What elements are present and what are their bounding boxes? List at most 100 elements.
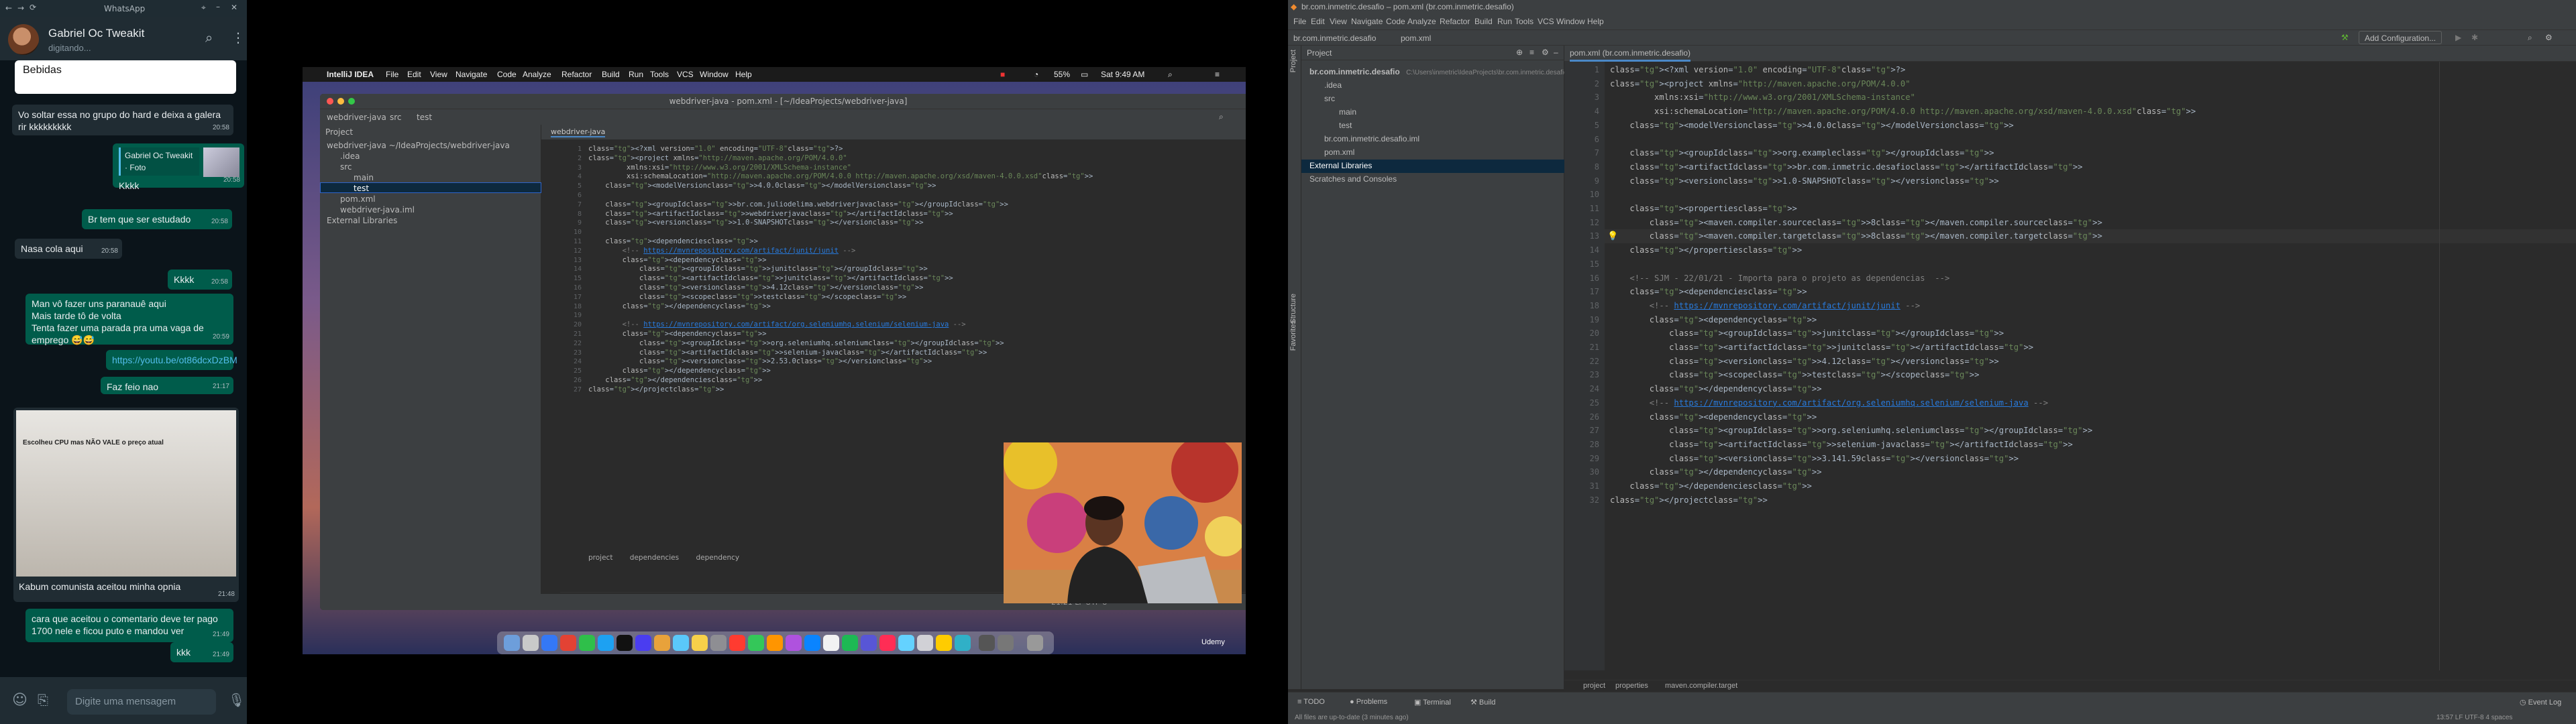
code-text[interactable]: class="tg"><?xml version="1.0" encoding=… (1610, 63, 2196, 507)
event-log-tool-tab[interactable]: ◷ Event Log (2520, 698, 2561, 707)
clock[interactable]: Sat 9:49 AM (1101, 70, 1144, 79)
menu-item-run[interactable]: Run (629, 70, 643, 79)
menu-item-navigate[interactable]: Navigate (1351, 17, 1383, 26)
launchpad-icon[interactable] (523, 635, 539, 651)
gear-icon[interactable]: ⚙ (1542, 48, 1549, 57)
menu-item-help[interactable]: Help (735, 70, 752, 79)
editor-tab[interactable]: webdriver-java (551, 127, 606, 137)
debug-icon[interactable]: ✱ (2471, 33, 2478, 42)
downloads-icon[interactable] (979, 635, 995, 651)
article-image[interactable]: Escolheu CPU mas NÃO VALE o preço atual (16, 410, 236, 577)
search-icon[interactable]: ⌕ (1168, 70, 1173, 80)
music-icon[interactable] (879, 635, 896, 651)
editor-tab-pom[interactable]: pom.xml (br.com.inmetric.desafio) (1570, 48, 1691, 62)
message-bubble[interactable]: Nasa cola aqui 20:58 (15, 239, 122, 259)
tree-item-root[interactable]: webdriver-java ~/IdeaProjects/webdriver-… (327, 141, 510, 150)
forward-icon[interactable]: → (17, 3, 24, 13)
minimize-window-button[interactable] (337, 98, 344, 105)
crumb-properties[interactable]: properties (1615, 682, 1648, 690)
nav-crumb-src[interactable]: src (390, 113, 402, 122)
podcasts-icon[interactable] (786, 635, 802, 651)
search-icon[interactable]: ⌕ (205, 29, 213, 46)
message-bubble[interactable]: Bebidas (15, 60, 236, 94)
message-bubble[interactable]: Kkkk 20:58 (168, 269, 232, 290)
message-bubble[interactable]: https://youtu.be/ot86dcxDzBM (106, 350, 237, 370)
hide-icon[interactable]: – (1554, 48, 1558, 57)
tree-item-external-libraries[interactable]: External Libraries (1309, 161, 1372, 170)
tree-item-pom[interactable]: pom.xml (340, 194, 376, 204)
nav-crumb-project[interactable]: webdriver-java (327, 113, 386, 122)
project-tool-tab[interactable]: Project (1289, 50, 1297, 72)
build-hammer-icon[interactable]: ⚒ (2341, 33, 2349, 42)
settings-icon[interactable]: ⚙ (2545, 33, 2553, 42)
notification-icon[interactable]: ≡ (1215, 70, 1220, 79)
crumb-dependencies[interactable]: dependencies (630, 554, 679, 562)
mail-icon[interactable] (673, 635, 689, 651)
chat-header[interactable]: Gabriel Oc Tweakit digitando... ⌕ ⋮ (0, 17, 247, 60)
favorites-tool-tab[interactable]: Favorites (1289, 320, 1297, 351)
documents-icon[interactable] (998, 635, 1014, 651)
appstore-icon[interactable] (804, 635, 820, 651)
message-bubble[interactable]: Gabriel Oc Tweakit · Foto Kkkk 20:58 (113, 143, 244, 191)
minimize-icon[interactable]: – (216, 2, 220, 11)
message-input[interactable]: Digite uma mensagem (67, 689, 216, 715)
menu-item-vcs[interactable]: VCS (1538, 17, 1554, 26)
menu-item-edit[interactable]: Edit (407, 70, 421, 79)
tree-item-test[interactable]: test (354, 184, 369, 193)
status-right[interactable]: 13:57 LF UTF-8 4 spaces (2436, 714, 2512, 721)
skype-icon[interactable] (598, 635, 614, 651)
close-window-button[interactable] (327, 98, 333, 105)
vscode-icon[interactable] (898, 635, 914, 651)
keynote-icon[interactable] (936, 635, 952, 651)
photos-icon[interactable] (692, 635, 708, 651)
maps-icon[interactable] (955, 635, 971, 651)
finder-icon[interactable] (504, 635, 520, 651)
search-everywhere-icon[interactable]: ⌕ (1219, 112, 1224, 122)
wifi-icon[interactable]: ◔ (1034, 70, 1038, 79)
collapse-icon[interactable]: ≡ (1529, 48, 1534, 57)
todo-tool-tab[interactable]: ≡ TODO (1297, 698, 1325, 706)
pin-icon[interactable]: ⌖ (201, 3, 206, 13)
reload-icon[interactable]: ⟳ (30, 3, 36, 12)
crumb-project[interactable]: project (1583, 682, 1605, 690)
menu-item-window[interactable]: Window (700, 70, 729, 79)
tree-item-iml[interactable]: webdriver-java.iml (340, 205, 415, 215)
menu-item-view[interactable]: View (430, 70, 447, 79)
tree-item-test[interactable]: test (1339, 121, 1352, 130)
message-bubble[interactable]: kkk 21:49 (170, 642, 233, 662)
chrome-icon[interactable] (560, 635, 576, 651)
menu-icon[interactable]: ⋮ (231, 29, 245, 46)
search-everywhere-icon[interactable]: ⌕ (2528, 33, 2532, 43)
nav-crumb-test[interactable]: test (417, 113, 432, 122)
menu-item-tools[interactable]: Tools (650, 70, 669, 79)
intellij-icon[interactable] (635, 635, 651, 651)
microphone-icon[interactable]: 🎙 (228, 692, 245, 708)
tree-item-pom[interactable]: pom.xml (1324, 147, 1354, 157)
preview-icon[interactable] (917, 635, 933, 651)
message-bubble[interactable]: Vo soltar essa no grupo do hard e deixa … (12, 105, 233, 135)
message-bubble[interactable]: Br tem que ser estudado 20:58 (82, 209, 232, 229)
tree-item-scratches[interactable]: Scratches and Consoles (1309, 174, 1397, 184)
attach-icon[interactable]: ⎘ (38, 692, 48, 708)
status-message[interactable]: All files are up-to-date (3 minutes ago) (1295, 714, 1409, 721)
crumb-compiler-target[interactable]: maven.compiler.target (1665, 682, 1737, 690)
tree-item-idea[interactable]: .idea (340, 152, 360, 161)
menu-item-edit[interactable]: Edit (1311, 17, 1325, 26)
facetime-icon[interactable] (748, 635, 764, 651)
locate-icon[interactable]: ⊕ (1516, 48, 1523, 57)
menu-item-code[interactable]: Code (1386, 17, 1405, 26)
messages-icon[interactable] (579, 635, 595, 651)
tree-item-main[interactable]: main (1339, 107, 1356, 117)
problems-tool-tab[interactable]: ● Problems (1350, 698, 1387, 706)
textedit-icon[interactable] (823, 635, 839, 651)
tree-item-src[interactable]: src (1324, 94, 1335, 103)
tree-item-external-libraries[interactable]: External Libraries (327, 216, 397, 225)
menu-item-file[interactable]: File (1293, 17, 1306, 26)
tree-item-idea[interactable]: .idea (1324, 80, 1342, 90)
slack-icon[interactable] (861, 635, 877, 651)
settings-icon[interactable] (710, 635, 727, 651)
menu-item-help[interactable]: Help (1587, 17, 1604, 26)
menu-item-view[interactable]: View (1330, 17, 1347, 26)
photo-thumbnail[interactable] (203, 147, 239, 177)
menu-item-refactor[interactable]: Refactor (561, 70, 592, 79)
